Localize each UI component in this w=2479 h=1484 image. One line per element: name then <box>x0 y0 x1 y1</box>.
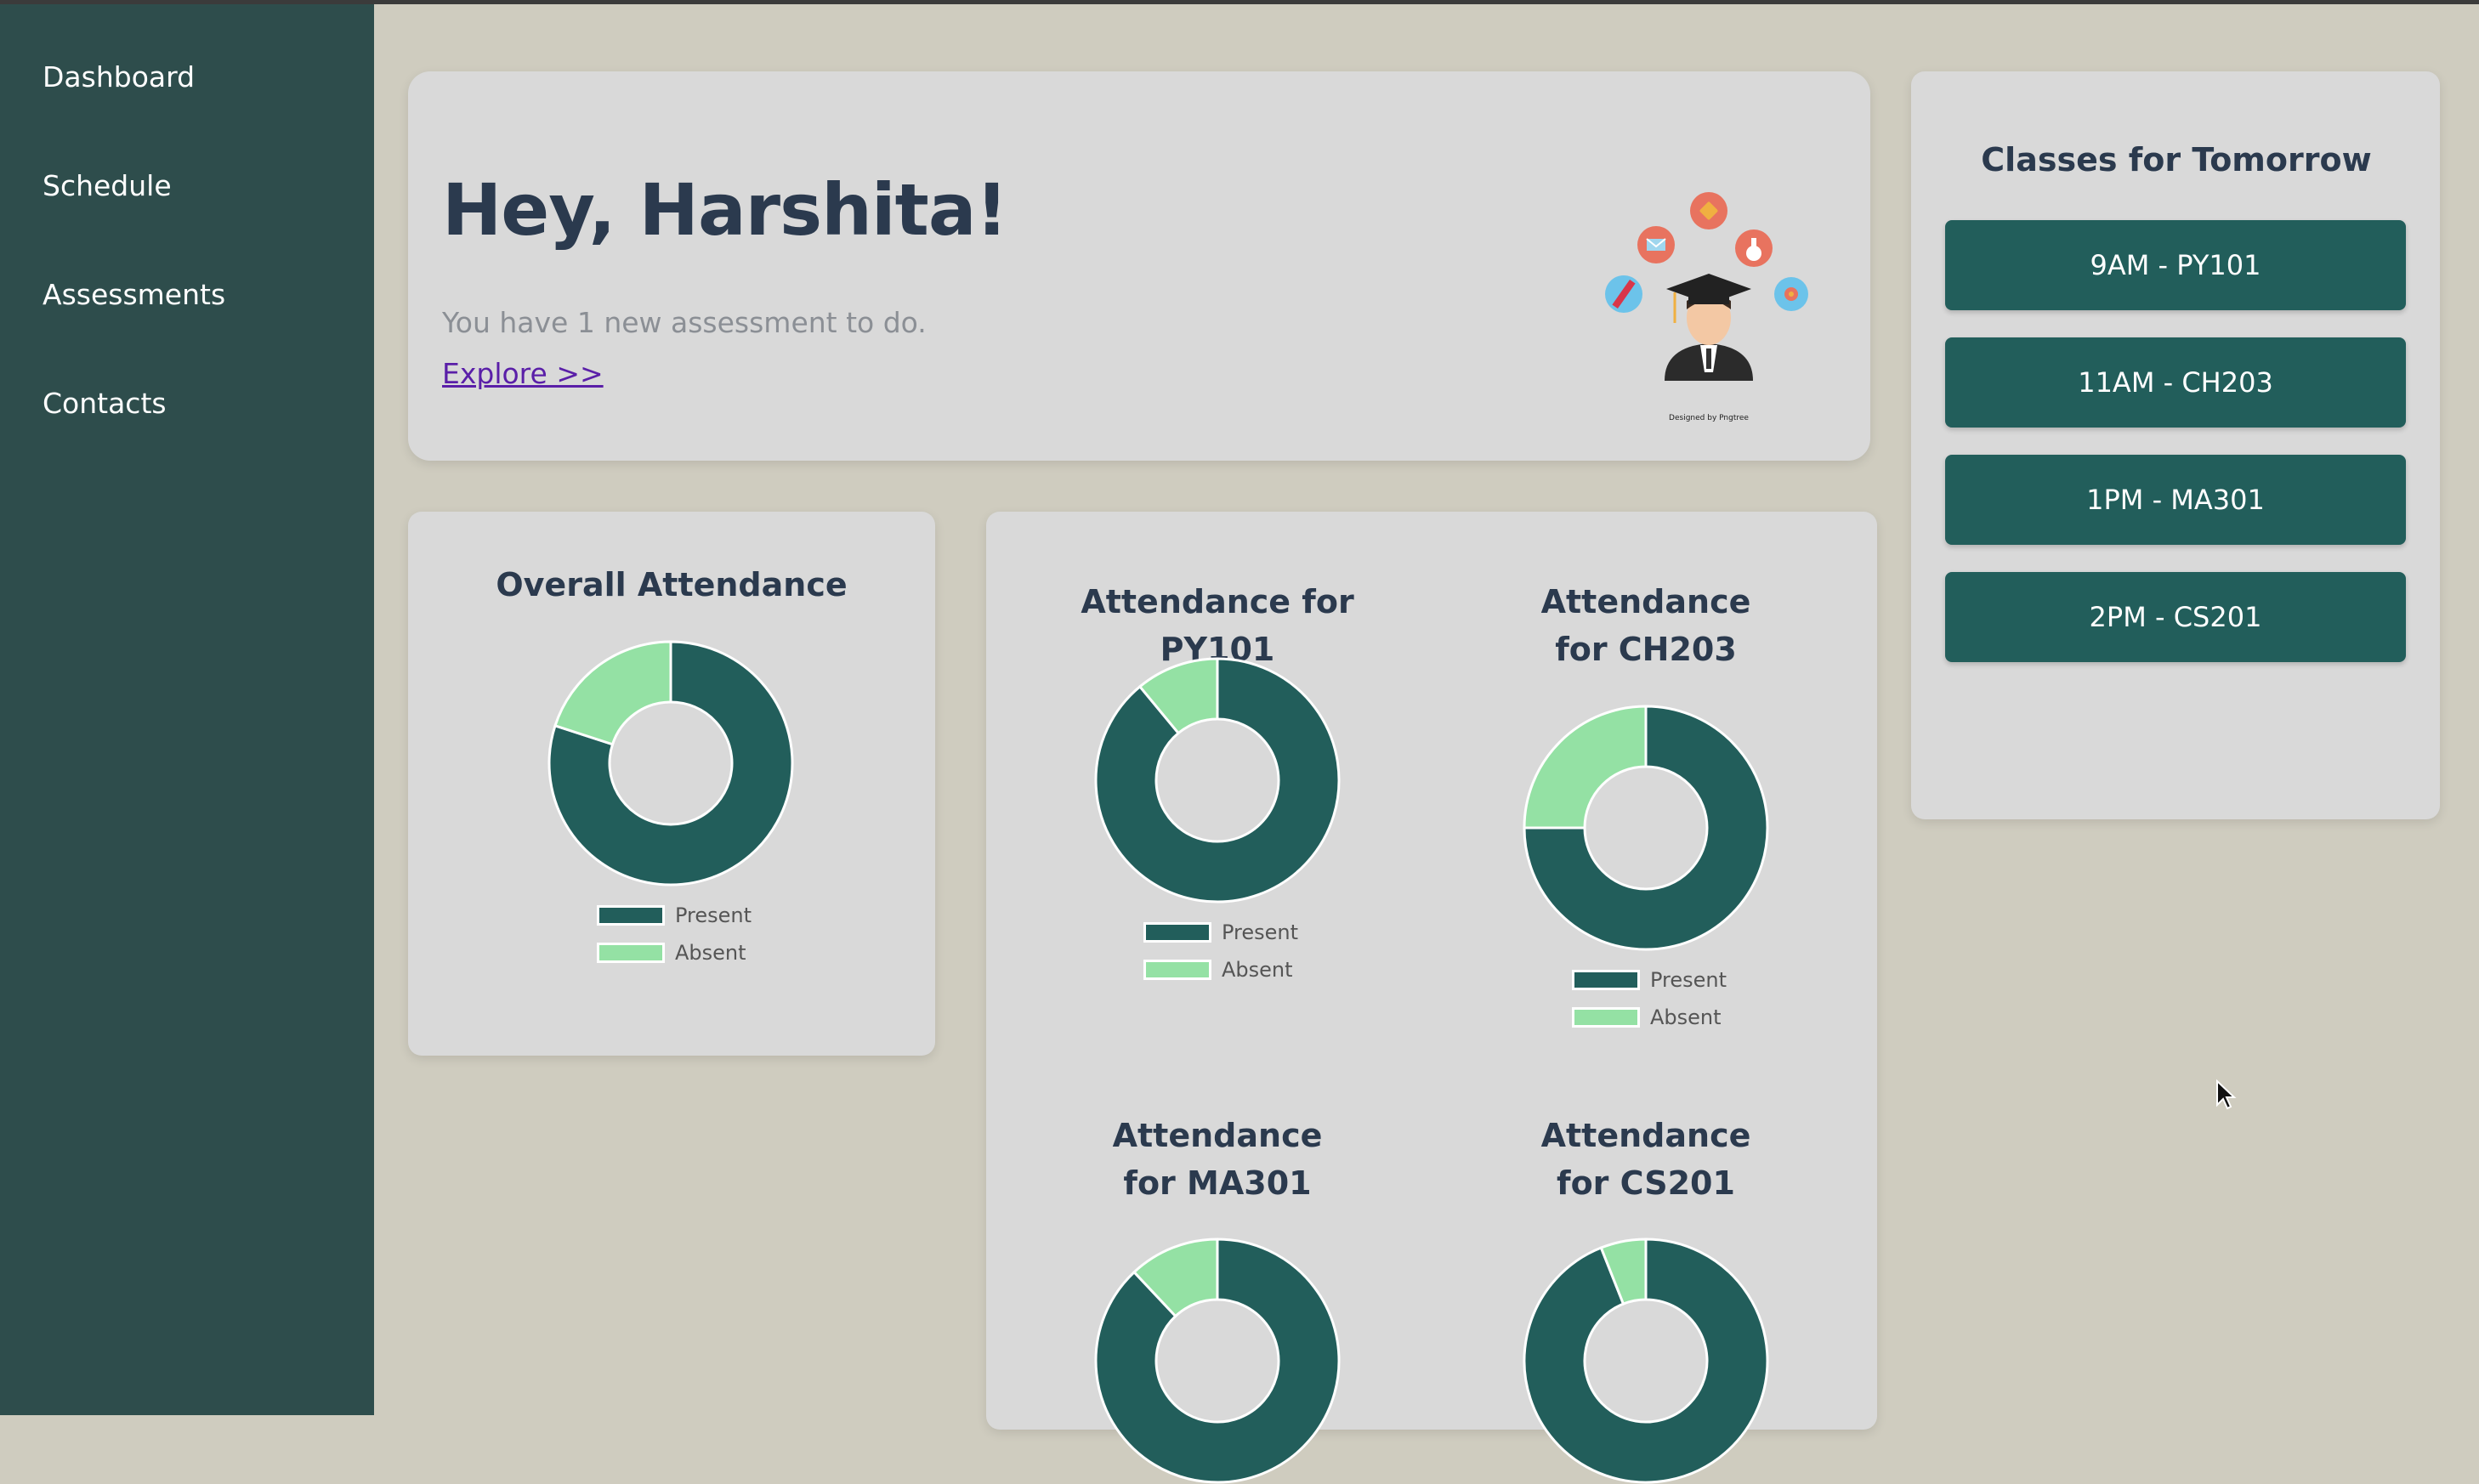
legend-present-py101: Present <box>1143 920 1298 944</box>
legend-absent-label: Absent <box>1222 958 1293 982</box>
legend-absent-ch203: Absent <box>1572 1005 1722 1029</box>
sidebar-item-schedule[interactable]: Schedule <box>43 169 172 202</box>
legend-absent-label: Absent <box>675 941 746 965</box>
legend-present-swatch <box>1143 922 1211 943</box>
chart-title-ma301: Attendance for MA301 <box>1112 1117 1323 1202</box>
class-button-ch203[interactable]: 11AM - CH203 <box>1945 337 2406 428</box>
legend-absent-label: Absent <box>1650 1005 1722 1029</box>
greeting-heading: Hey, Harshita! <box>442 168 1008 252</box>
donut-chart-py101 <box>1094 657 1341 903</box>
donut-slice-absent <box>1523 705 1648 830</box>
mouse-cursor-icon <box>2216 1079 2237 1110</box>
legend-present-label: Present <box>675 903 752 927</box>
sidebar-item-dashboard[interactable]: Dashboard <box>43 60 195 93</box>
sidebar-item-assessments[interactable]: Assessments <box>43 278 225 311</box>
legend-absent-py101: Absent <box>1143 958 1293 982</box>
donut-chart-ma301 <box>1094 1238 1341 1484</box>
legend-present-label: Present <box>1650 968 1727 992</box>
graduate-illustration: Designed by Pngtree <box>1605 192 1808 422</box>
legend-present-ch203: Present <box>1572 968 1727 992</box>
class-button-cs201[interactable]: 2PM - CS201 <box>1945 572 2406 662</box>
legend-present: Present <box>597 903 752 927</box>
legend-absent-swatch <box>597 943 665 963</box>
legend-absent-swatch <box>1143 960 1211 980</box>
assessment-message: You have 1 new assessment to do. <box>442 306 927 339</box>
class-button-py101[interactable]: 9AM - PY101 <box>1945 220 2406 310</box>
chart-title-cs201: Attendance for CS201 <box>1540 1117 1751 1202</box>
illustration-credit: Designed by Pngtree <box>1669 414 1749 422</box>
donut-chart-ch203 <box>1523 705 1769 951</box>
classes-card <box>1911 71 2440 819</box>
donut-chart-overall <box>547 640 794 886</box>
classes-title: Classes for Tomorrow <box>1981 141 2372 178</box>
class-button-ma301[interactable]: 1PM - MA301 <box>1945 455 2406 545</box>
sidebar-item-contacts[interactable]: Contacts <box>43 387 167 420</box>
legend-absent-swatch <box>1572 1007 1640 1028</box>
donut-chart-cs201 <box>1523 1238 1769 1484</box>
legend-present-swatch <box>597 905 665 926</box>
explore-link[interactable]: Explore >> <box>442 357 604 390</box>
sidebar: Dashboard Schedule Assessments Contacts <box>0 4 374 1415</box>
legend-present-label: Present <box>1222 920 1299 944</box>
legend-absent: Absent <box>597 941 746 965</box>
donut-slice-absent <box>553 640 672 746</box>
chart-title-ch203: Attendance for CH203 <box>1540 583 1751 668</box>
chart-title-overall: Overall Attendance <box>496 566 848 603</box>
legend-present-swatch <box>1572 970 1640 990</box>
